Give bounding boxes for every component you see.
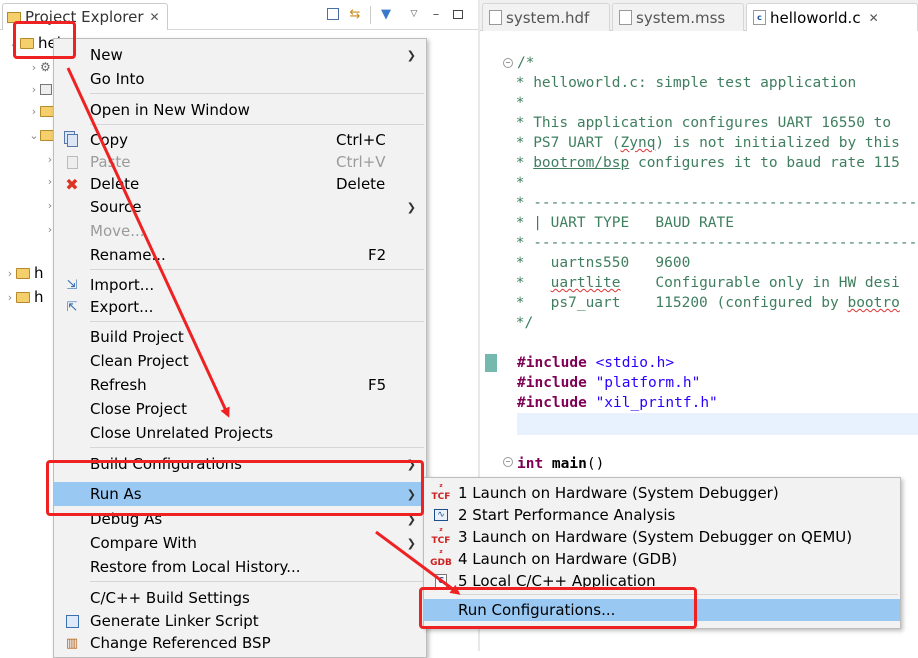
arrow-to-close-unrelated: [66, 67, 230, 418]
arrow-to-run-configurations: [375, 530, 461, 595]
annotation-arrows: [66, 67, 461, 595]
